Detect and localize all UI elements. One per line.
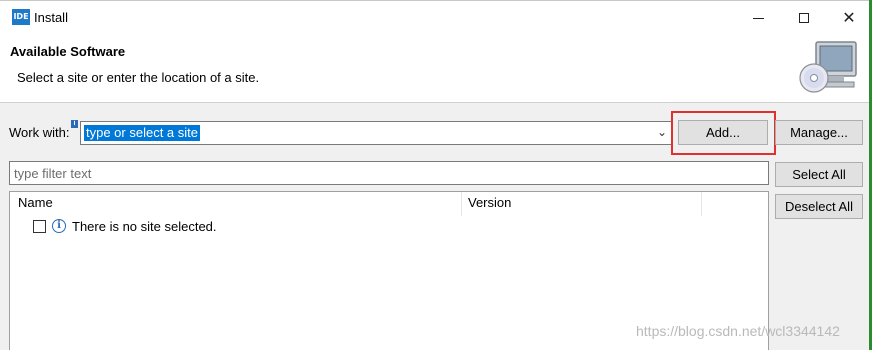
manage-button[interactable]: Manage... bbox=[775, 120, 863, 145]
row-checkbox[interactable] bbox=[33, 220, 46, 233]
deselect-all-button[interactable]: Deselect All bbox=[775, 194, 863, 219]
info-badge-icon: i bbox=[71, 120, 78, 128]
filter-input[interactable]: type filter text bbox=[9, 161, 769, 185]
column-header-version[interactable]: Version bbox=[462, 192, 702, 216]
page-title: Available Software bbox=[10, 44, 126, 59]
work-with-label: Work with: bbox=[9, 125, 70, 140]
chevron-down-icon[interactable]: ⌄ bbox=[657, 125, 667, 139]
close-icon: ✕ bbox=[842, 8, 856, 27]
watermark: https://blog.csdn.net/wcl3344142 bbox=[636, 323, 840, 339]
minimize-button[interactable] bbox=[736, 1, 782, 35]
install-cd-monitor-icon bbox=[799, 41, 857, 93]
row-label: There is no site selected. bbox=[72, 219, 217, 234]
info-icon: i bbox=[52, 219, 66, 233]
wizard-header: Available Software Select a site or ente… bbox=[0, 34, 872, 103]
filter-placeholder: type filter text bbox=[14, 166, 92, 181]
minimize-icon bbox=[753, 18, 764, 19]
page-description: Select a site or enter the location of a… bbox=[17, 70, 260, 85]
work-with-input[interactable]: type or select a site bbox=[84, 125, 200, 141]
close-button[interactable]: ✕ bbox=[826, 1, 872, 35]
ide-app-icon: IDE bbox=[12, 9, 30, 25]
highlight-box bbox=[671, 111, 776, 155]
select-all-button[interactable]: Select All bbox=[775, 162, 863, 187]
maximize-icon bbox=[799, 13, 809, 23]
window-titlebar: IDE Install ✕ bbox=[0, 0, 872, 34]
window-title: Install bbox=[34, 10, 68, 25]
maximize-button[interactable] bbox=[782, 1, 828, 35]
work-with-combo[interactable]: type or select a site ⌄ bbox=[80, 121, 672, 145]
column-header-name[interactable]: Name bbox=[10, 192, 462, 216]
